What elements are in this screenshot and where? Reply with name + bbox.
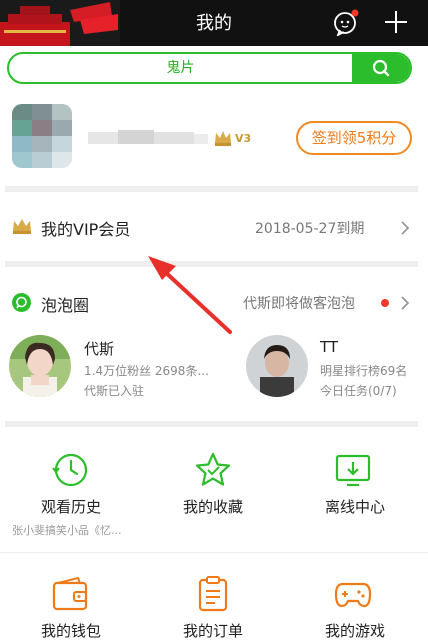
search-icon xyxy=(372,59,390,77)
grid-item-offline[interactable]: 离线中心 xyxy=(284,430,426,550)
grid-label: 我的钱包 xyxy=(40,622,101,640)
star-avatar xyxy=(246,335,308,397)
grid-label: 我的游戏 xyxy=(324,622,385,640)
search-input[interactable]: 鬼片 xyxy=(9,54,352,82)
download-icon xyxy=(335,454,371,487)
star-card[interactable]: 代斯 1.4万位粉丝 2698条... 代斯已入驻 xyxy=(0,332,214,412)
history-icon xyxy=(52,453,88,487)
search-bar[interactable]: 鬼片 xyxy=(7,52,412,84)
section-divider xyxy=(5,421,418,427)
star-status: 代斯已入驻 xyxy=(84,384,145,398)
grid-label: 离线中心 xyxy=(324,498,385,516)
star-name: TT xyxy=(320,338,339,356)
grid-item-history[interactable]: 观看历史 张小斐搞笑小品《忆... xyxy=(0,430,142,550)
level-text: V3 xyxy=(235,131,252,145)
star-avatar xyxy=(9,335,71,397)
grid-label: 我的订单 xyxy=(182,622,243,640)
avatar[interactable] xyxy=(12,104,72,168)
my-page: 我的 鬼片 V3 签到领5积分 我的VIP会员 2018-05-27到期 泡泡圈… xyxy=(0,0,428,640)
bubble-icon xyxy=(12,293,31,312)
chevron-right-icon xyxy=(401,296,410,310)
crown-icon xyxy=(13,219,31,234)
username-blurred xyxy=(88,130,208,144)
gamepad-icon xyxy=(334,582,372,608)
grid-item-favorites[interactable]: 我的收藏 xyxy=(142,430,284,550)
grid-item-games[interactable]: 我的游戏 xyxy=(284,556,426,640)
checkin-button[interactable]: 签到领5积分 xyxy=(296,121,412,155)
plus-icon[interactable] xyxy=(382,8,410,36)
grid-label: 观看历史 xyxy=(40,498,101,516)
wallet-icon xyxy=(52,576,88,611)
star-name: 代斯 xyxy=(84,340,115,358)
vip-row[interactable]: 我的VIP会员 2018-05-27到期 xyxy=(0,192,428,260)
vip-expiry: 2018-05-27到期 xyxy=(255,221,365,237)
crown-icon xyxy=(215,131,231,146)
vip-label: 我的VIP会员 xyxy=(41,220,131,239)
grid-item-wallet[interactable]: 我的钱包 xyxy=(0,556,142,640)
notice-dot xyxy=(381,299,389,307)
star-task: 今日任务(0/7) xyxy=(320,384,397,398)
grid-label: 我的收藏 xyxy=(182,498,243,516)
star-card[interactable]: TT 明星排行榜69名 今日任务(0/7) xyxy=(238,332,428,412)
top-bar: 我的 xyxy=(0,0,428,46)
order-icon xyxy=(198,576,228,612)
star-fans: 1.4万位粉丝 2698条... xyxy=(84,364,209,378)
grid-sub: 张小斐搞笑小品《忆... xyxy=(12,524,122,537)
vip-level-badge: V3 xyxy=(213,127,251,149)
favorite-star-icon xyxy=(195,452,231,486)
section-divider xyxy=(5,261,418,267)
message-icon[interactable] xyxy=(332,8,360,36)
star-rank: 明星排行榜69名 xyxy=(320,364,408,378)
bubble-header-row[interactable]: 泡泡圈 代斯即将做客泡泡 xyxy=(0,268,428,324)
bubble-title: 泡泡圈 xyxy=(41,296,90,315)
bubble-notice: 代斯即将做客泡泡 xyxy=(243,296,355,312)
grid-item-orders[interactable]: 我的订单 xyxy=(142,556,284,640)
chevron-right-icon xyxy=(401,221,410,235)
divider xyxy=(0,552,428,553)
page-title: 我的 xyxy=(196,13,232,34)
search-button[interactable] xyxy=(352,54,410,82)
